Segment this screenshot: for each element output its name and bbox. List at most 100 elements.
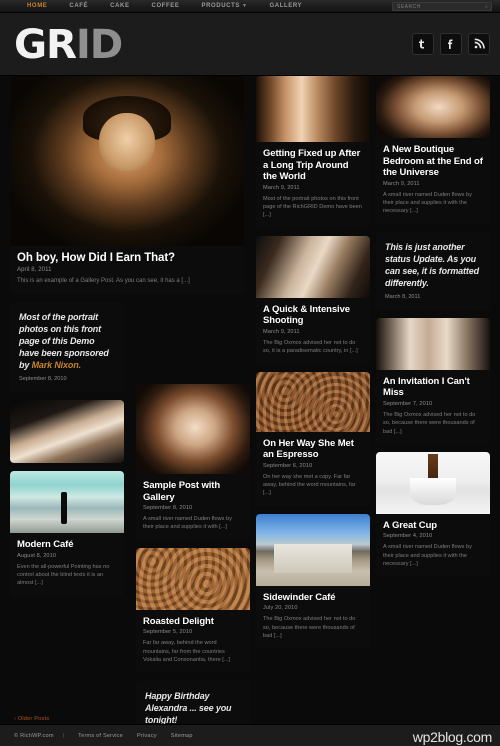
main-menu: HOME CAFÉ CAKE COFFEE PRODUCTS ▼ GALLERY	[16, 0, 313, 13]
post-thumbnail	[256, 76, 370, 142]
logo-text-dim: ID	[75, 22, 123, 68]
footer-link-terms-of-service[interactable]: Terms of Service	[78, 733, 123, 739]
post-title: Sample Post with Gallery	[143, 480, 221, 503]
post-thumbnail	[256, 371, 370, 432]
facebook-icon	[445, 38, 457, 50]
quote-card-mark-nixon[interactable]: Most of the portrait photos on this fron…	[10, 302, 124, 392]
search-icon[interactable]: ⌕	[482, 4, 491, 10]
post-card-new-boutique[interactable]: A New Boutique Bedroom at the End of the…	[376, 76, 490, 224]
post-date: September 4, 2010	[383, 533, 433, 540]
footer-link-privacy[interactable]: Privacy	[137, 733, 157, 739]
footer-separator: |	[62, 732, 65, 739]
post-thumbnail	[256, 235, 370, 298]
rss-link[interactable]	[468, 33, 490, 55]
post-date: August 8, 2010	[17, 552, 57, 559]
nav-item-label: HOME	[27, 2, 48, 9]
nav-item-label: PRODUCTS	[201, 2, 240, 9]
post-thumbnail	[136, 384, 250, 474]
post-excerpt: The Big Oxmox advised her not to do so, …	[263, 339, 358, 355]
post-excerpt: Most of the portrait photos on this fron…	[263, 195, 362, 219]
footer-link-sitemap[interactable]: Sitemap	[171, 733, 193, 739]
post-excerpt: On her way she met a copy. Far far away,…	[263, 473, 356, 497]
post-excerpt: The Big Oxmox advised her not to do so, …	[383, 411, 476, 435]
post-date: April 8, 2011	[17, 267, 52, 273]
chevron-down-icon: ▼	[241, 2, 248, 9]
facebook-link[interactable]	[440, 33, 462, 55]
site-footer: © RichWP.com | Terms of Service Privacy …	[0, 724, 500, 746]
site-logo[interactable]: GRID	[14, 22, 123, 68]
post-title: A Quick & Intensive Shooting	[263, 303, 350, 327]
post-title: A New Boutique Bedroom at the End of the…	[383, 144, 483, 178]
quote-text-accent: Mark Nixon.	[31, 360, 82, 370]
post-excerpt: The Big Oxmox advised her not to do so, …	[263, 616, 356, 640]
nav-item-cake[interactable]: CAKE	[99, 0, 140, 13]
status-text: This is just another status Update. As y…	[385, 241, 479, 288]
post-thumbnail	[10, 76, 244, 246]
grid-column-2: Sample Post with Gallery September 8, 20…	[136, 384, 250, 746]
post-excerpt: A small river named Duden flows by their…	[143, 516, 232, 531]
post-excerpt: A small river named Duden flows by their…	[383, 191, 472, 215]
post-date: September 6, 2010	[263, 462, 313, 469]
post-date: March 9, 2011	[263, 328, 300, 335]
site-header: GRID	[0, 13, 500, 76]
search-box[interactable]: ⌕	[392, 2, 492, 11]
grid-column-3: Getting Fixed up After a Long Trip Aroun…	[256, 76, 370, 656]
post-card-invitation[interactable]: An Invitation I Can't Miss September 7, …	[376, 317, 490, 444]
quote-text: Most of the portrait photos on this fron…	[19, 311, 115, 371]
post-thumbnail	[136, 547, 250, 610]
twitter-link[interactable]	[412, 33, 434, 55]
older-posts-link[interactable]: ‹ Older Posts	[14, 716, 49, 722]
post-card-getting-fixed-up[interactable]: Getting Fixed up After a Long Trip Aroun…	[256, 76, 370, 228]
quote-text: Happy Birthday Alexandra ... see you ton…	[145, 690, 232, 725]
footer-copyright: © RichWP.com	[14, 732, 54, 739]
post-thumbnail	[10, 471, 124, 533]
status-update-card[interactable]: This is just another status Update. As y…	[376, 231, 490, 310]
post-title: Modern Café	[17, 539, 74, 550]
post-card-espresso[interactable]: On Her Way She Met an Espresso September…	[256, 371, 370, 506]
search-input[interactable]	[393, 3, 482, 10]
social-links	[412, 33, 490, 55]
top-navigation-bar: HOME CAFÉ CAKE COFFEE PRODUCTS ▼ GALLERY …	[0, 0, 500, 13]
post-title: A Great Cup	[383, 519, 437, 531]
status-date: March 8, 2011	[385, 293, 421, 300]
post-card-great-cup[interactable]: A Great Cup September 4, 2010 A small ri…	[376, 451, 490, 577]
post-date: September 7, 2010	[383, 400, 433, 407]
post-card-modern-cafe[interactable]: Modern Café August 8, 2010 Even the all-…	[10, 471, 124, 596]
grid-column-4: A New Boutique Bedroom at the End of the…	[376, 76, 490, 585]
post-title: On Her Way She Met an Espresso	[263, 437, 354, 461]
post-card-oh-boy[interactable]: Oh boy, How Did I Earn That? April 8, 20…	[10, 76, 244, 294]
nav-item-products[interactable]: PRODUCTS ▼	[190, 0, 258, 13]
post-thumbnail	[376, 76, 490, 138]
post-title: Sidewinder Café	[263, 591, 336, 603]
post-excerpt: Far far away, behind the word mountains,…	[143, 640, 231, 664]
post-excerpt: Even the all-powerful Pointing has no co…	[17, 563, 110, 587]
twitter-icon	[417, 38, 429, 50]
post-card-woman-laying[interactable]	[10, 400, 124, 463]
nav-item-label: COFFEE	[151, 2, 180, 9]
post-date: March 9, 2011	[383, 180, 420, 187]
post-thumbnail	[376, 451, 490, 514]
post-title: Oh boy, How Did I Earn That?	[17, 252, 175, 264]
logo-text-main: GR	[14, 22, 77, 68]
post-thumbnail	[10, 400, 124, 463]
watermark-text: wp2blog.com	[412, 729, 493, 745]
post-grid: Oh boy, How Did I Earn That? April 8, 20…	[0, 76, 500, 746]
post-thumbnail	[376, 317, 490, 370]
post-title: Roasted Delight	[143, 615, 214, 627]
post-date: September 8, 2010	[143, 505, 193, 511]
nav-item-cafe[interactable]: CAFÉ	[58, 0, 99, 13]
post-card-sidewinder-cafe[interactable]: Sidewinder Café July 20, 2010 The Big Ox…	[256, 513, 370, 649]
post-card-quick-shooting[interactable]: A Quick & Intensive Shooting March 9, 20…	[256, 235, 370, 364]
post-title: An Invitation I Can't Miss	[383, 375, 470, 399]
post-date: September 5, 2010	[143, 629, 193, 636]
nav-item-home[interactable]: HOME	[16, 0, 58, 13]
post-card-roasted-delight[interactable]: Roasted Delight September 5, 2010 Far fa…	[136, 547, 250, 673]
post-title: Getting Fixed up After a Long Trip Aroun…	[263, 148, 361, 182]
post-card-sample-gallery[interactable]: Sample Post with Gallery September 8, 20…	[136, 384, 250, 540]
nav-item-coffee[interactable]: COFFEE	[141, 0, 191, 13]
post-thumbnail	[256, 513, 370, 586]
nav-item-gallery[interactable]: GALLERY	[259, 0, 314, 13]
nav-item-label: CAKE	[110, 2, 130, 9]
post-date: March 9, 2011	[263, 184, 300, 191]
rss-icon	[473, 38, 485, 50]
